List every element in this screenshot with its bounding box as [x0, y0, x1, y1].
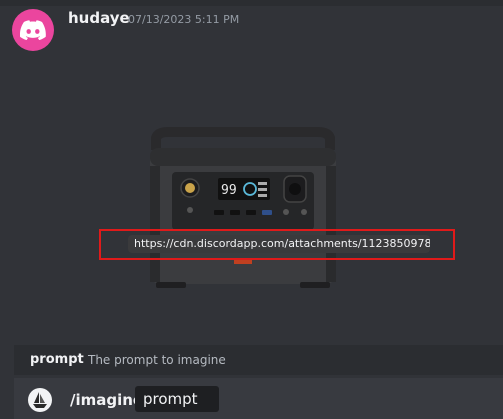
svg-text:99: 99: [221, 183, 237, 198]
sailboat-icon: [33, 392, 47, 408]
attachment-image[interactable]: 99: [128, 110, 358, 296]
username[interactable]: hudaye: [68, 9, 130, 27]
bot-avatar: [28, 388, 52, 412]
slash-command: /imagine: [70, 391, 144, 409]
message-timestamp: 07/13/2023 5:11 PM: [128, 13, 240, 26]
top-strip: [0, 0, 503, 6]
option-name: prompt: [30, 352, 84, 367]
message-composer[interactable]: /imagine prompt: [14, 378, 503, 419]
option-description: The prompt to imagine: [88, 353, 226, 367]
command-option-hint: prompt The prompt to imagine: [14, 345, 503, 375]
discord-logo-icon: [20, 20, 46, 40]
power-station-image: 99: [150, 127, 336, 288]
red-highlight-box: [99, 229, 455, 260]
user-avatar[interactable]: [12, 9, 54, 51]
prompt-parameter-input[interactable]: prompt: [135, 386, 219, 412]
